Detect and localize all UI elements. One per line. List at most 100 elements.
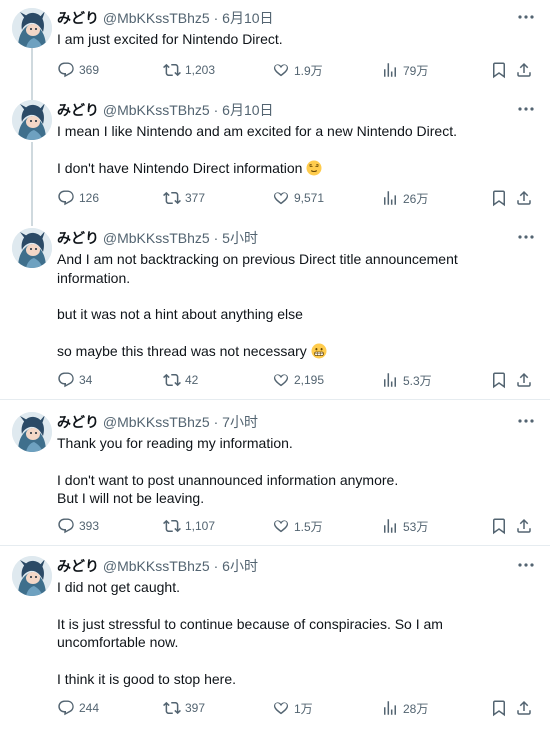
separator: · [213,102,219,118]
avatar[interactable] [12,100,52,140]
more-icon[interactable] [516,230,536,244]
reply-button[interactable]: 393 [57,516,99,536]
views-icon [381,699,399,717]
reply-button[interactable]: 244 [57,698,99,718]
display-name[interactable]: みどり [57,102,99,118]
tweet-paragraph: It is just stressful to continue because… [57,615,443,651]
like-count: 1.5万 [294,519,323,534]
reply-icon [57,699,75,717]
bookmark-icon [490,517,508,535]
tweet-1[interactable]: みどり @MbKKssTBhz5 · 6月10日 I am just excit… [0,8,550,93]
share-button[interactable] [515,60,533,80]
reply-count: 126 [79,191,100,205]
retweet-count: 1,107 [185,519,216,533]
tweet-paragraph: I think it is good to stop here. [57,670,236,687]
separator: · [213,414,219,430]
bookmark-button[interactable] [490,188,508,208]
timestamp[interactable]: 5小时 [222,230,258,246]
views-button[interactable]: 79万 [381,60,428,80]
more-icon[interactable] [516,558,536,572]
views-icon [381,517,399,535]
reply-icon [57,189,75,207]
grimacing-face-emoji [311,343,327,358]
reply-count: 393 [79,519,100,533]
more-icon[interactable] [516,414,536,428]
tweet-2[interactable]: みどり @MbKKssTBhz5 · 6月10日 I mean I like N… [0,100,550,215]
like-count: 2,195 [294,373,325,387]
more-icon[interactable] [516,102,536,116]
views-button[interactable]: 5.3万 [381,370,432,390]
tweet-paragraph: so maybe this thread was not necessary [57,342,527,361]
bookmark-button[interactable] [490,516,508,536]
bookmark-button[interactable] [490,698,508,718]
avatar[interactable] [12,228,52,268]
tweet-4[interactable]: みどり @MbKKssTBhz5 · 7小时 Thank you for rea… [0,412,550,537]
display-name[interactable]: みどり [57,230,99,246]
display-name[interactable]: みどり [57,414,99,430]
timestamp[interactable]: 7小时 [222,414,258,430]
like-button[interactable]: 1.9万 [272,60,323,80]
relieved-face-emoji [306,160,322,175]
avatar[interactable] [12,556,52,596]
views-button[interactable]: 26万 [381,188,428,208]
reply-button[interactable]: 34 [57,370,92,390]
avatar-illustration [12,8,52,48]
display-name[interactable]: みどり [57,558,99,574]
tweet-header: みどり @MbKKssTBhz5 · 5小时 [57,229,258,247]
handle[interactable]: @MbKKssTBhz5 [103,414,210,430]
separator: · [213,230,219,246]
retweet-count: 42 [185,373,199,387]
display-name[interactable]: みどり [57,10,99,26]
share-button[interactable] [515,188,533,208]
views-button[interactable]: 53万 [381,516,428,536]
tweet-paragraph-text: I don't have Nintendo Direct information [57,159,303,176]
retweet-icon [163,371,181,389]
tweet-paragraph: I did not get caught. [57,579,180,595]
tweet-5[interactable]: みどり @MbKKssTBhz5 · 6小时 I did not get cau… [0,556,550,721]
avatar[interactable] [12,412,52,452]
bookmark-icon [490,61,508,79]
avatar[interactable] [12,8,52,48]
tweet-header: みどり @MbKKssTBhz5 · 6月10日 [57,101,274,119]
reply-button[interactable]: 126 [57,188,99,208]
retweet-count: 377 [185,191,206,205]
tweet-text: And I am not backtracking on previous Di… [57,250,527,360]
like-button[interactable]: 2,195 [272,370,324,390]
avatar-illustration [12,412,52,452]
separator: · [213,558,219,574]
timestamp[interactable]: 6小时 [222,558,258,574]
bookmark-icon [490,371,508,389]
retweet-button[interactable]: 397 [163,698,205,718]
views-button[interactable]: 28万 [381,698,428,718]
retweet-button[interactable]: 1,107 [163,516,215,536]
timestamp[interactable]: 6月10日 [222,102,273,118]
tweet-paragraph-text: so maybe this thread was not necessary [57,342,307,359]
like-button[interactable]: 1万 [272,698,313,718]
bookmark-icon [490,699,508,717]
tweet-3[interactable]: みどり @MbKKssTBhz5 · 5小时 And I am not back… [0,228,550,388]
bookmark-button[interactable] [490,60,508,80]
tweet-paragraph: Thank you for reading my information. [57,435,293,451]
handle[interactable]: @MbKKssTBhz5 [103,230,210,246]
reply-icon [57,517,75,535]
retweet-button[interactable]: 377 [163,188,205,208]
like-button[interactable]: 1.5万 [272,516,323,536]
views-count: 26万 [403,191,429,206]
bookmark-button[interactable] [490,370,508,390]
share-button[interactable] [515,516,533,536]
more-icon[interactable] [516,10,536,24]
tweet-text: I did not get caught. It is just stressf… [57,578,527,688]
share-button[interactable] [515,698,533,718]
handle[interactable]: @MbKKssTBhz5 [103,558,210,574]
share-button[interactable] [515,370,533,390]
like-button[interactable]: 9,571 [272,188,324,208]
reply-button[interactable]: 369 [57,60,99,80]
handle[interactable]: @MbKKssTBhz5 [103,10,210,26]
tweet-header: みどり @MbKKssTBhz5 · 6月10日 [57,9,274,27]
timestamp[interactable]: 6月10日 [222,10,273,26]
views-count: 28万 [403,701,429,716]
retweet-button[interactable]: 1,203 [163,60,215,80]
handle[interactable]: @MbKKssTBhz5 [103,102,210,118]
like-icon [272,371,290,389]
retweet-button[interactable]: 42 [163,370,198,390]
